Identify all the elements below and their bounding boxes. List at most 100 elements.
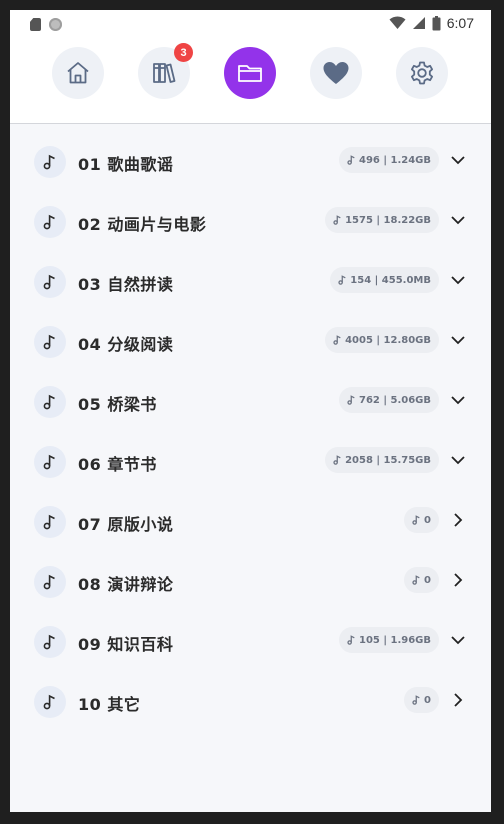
music-note-small-icon — [347, 155, 355, 165]
folder-title: 10 其它 — [78, 695, 141, 714]
folder-stats-chip: 1575 | 18.22GB — [325, 207, 439, 233]
folder-title: 08 演讲辩论 — [78, 575, 174, 594]
folder-row[interactable]: 09 知识百科 105 | 1.96GB — [10, 612, 491, 672]
folder-stats: 0 — [424, 514, 431, 526]
music-note-icon — [34, 626, 66, 658]
folder-row-right: 496 | 1.24GB — [339, 147, 467, 173]
folder-row-right: 0 — [404, 507, 467, 533]
nav-favorites-button[interactable] — [310, 47, 362, 99]
folder-row-right: 4005 | 12.80GB — [325, 327, 467, 353]
folder-row[interactable]: 01 歌曲歌谣 496 | 1.24GB — [10, 132, 491, 192]
nav-folder-button[interactable] — [224, 47, 276, 99]
chevron-down-icon[interactable] — [449, 391, 467, 409]
chevron-right-icon[interactable] — [449, 571, 467, 589]
music-note-small-icon — [412, 515, 420, 525]
folder-row[interactable]: 05 桥梁书 762 | 5.06GB — [10, 372, 491, 432]
folder-stats: 105 | 1.96GB — [359, 634, 431, 646]
folder-row[interactable]: 08 演讲辩论 0 — [10, 552, 491, 612]
folder-row[interactable]: 04 分级阅读 4005 | 12.80GB — [10, 312, 491, 372]
library-badge: 3 — [174, 43, 193, 62]
folder-title: 01 歌曲歌谣 — [78, 155, 174, 174]
folder-row[interactable]: 02 动画片与电影 1575 | 18.22GB — [10, 192, 491, 252]
music-note-small-icon — [338, 275, 346, 285]
nav-library-button[interactable]: 3 — [138, 43, 193, 99]
folder-stats: 154 | 455.0MB — [350, 274, 431, 286]
music-note-icon — [34, 326, 66, 358]
chevron-right-icon[interactable] — [449, 691, 467, 709]
heart-icon — [323, 62, 349, 84]
chevron-down-icon[interactable] — [449, 451, 467, 469]
music-note-icon — [34, 446, 66, 478]
folder-row[interactable]: 06 章节书 2058 | 15.75GB — [10, 432, 491, 492]
folder-title: 07 原版小说 — [78, 515, 174, 534]
folder-row-right: 154 | 455.0MB — [330, 267, 467, 293]
music-note-small-icon — [412, 695, 420, 705]
music-note-small-icon — [347, 635, 355, 645]
status-time: 6:07 — [446, 15, 474, 31]
folder-stats-chip: 2058 | 15.75GB — [325, 447, 439, 473]
folder-stats-chip: 762 | 5.06GB — [339, 387, 439, 413]
folder-icon — [238, 65, 262, 82]
folder-title: 05 桥梁书 — [78, 395, 157, 414]
folder-stats-chip: 105 | 1.96GB — [339, 627, 439, 653]
status-right-icons: 6:07 — [389, 15, 474, 31]
circle-icon — [49, 18, 62, 31]
music-note-icon — [34, 266, 66, 298]
books-icon — [153, 63, 176, 83]
music-note-small-icon — [347, 395, 355, 405]
folder-stats-chip: 154 | 455.0MB — [330, 267, 439, 293]
folder-stats-chip: 0 — [404, 687, 439, 713]
music-note-icon — [34, 506, 66, 538]
folder-row-right: 0 — [404, 687, 467, 713]
chevron-down-icon[interactable] — [449, 631, 467, 649]
folder-stats-chip: 4005 | 12.80GB — [325, 327, 439, 353]
music-note-small-icon — [333, 215, 341, 225]
folder-stats: 1575 | 18.22GB — [345, 214, 431, 226]
music-note-small-icon — [412, 575, 420, 585]
folder-row-right: 2058 | 15.75GB — [325, 447, 467, 473]
folder-stats-chip: 0 — [404, 567, 439, 593]
folder-row[interactable]: 10 其它 0 — [10, 672, 491, 732]
music-note-icon — [34, 146, 66, 178]
folder-row-right: 0 — [404, 567, 467, 593]
chevron-right-icon[interactable] — [449, 511, 467, 529]
home-icon — [67, 62, 89, 84]
folder-stats: 496 | 1.24GB — [359, 154, 431, 166]
chevron-down-icon[interactable] — [449, 331, 467, 349]
folder-title: 02 动画片与电影 — [78, 215, 207, 234]
folder-stats: 0 — [424, 694, 431, 706]
top-nav: 3 — [10, 36, 491, 124]
folder-row[interactable]: 07 原版小说 0 — [10, 492, 491, 552]
folder-title: 03 自然拼读 — [78, 275, 174, 294]
folder-stats: 762 | 5.06GB — [359, 394, 431, 406]
wifi-icon — [389, 16, 406, 29]
status-bar: 6:07 — [10, 10, 491, 36]
nav-settings-button[interactable] — [396, 47, 448, 99]
music-note-icon — [34, 566, 66, 598]
folder-title: 06 章节书 — [78, 455, 157, 474]
music-note-icon — [34, 206, 66, 238]
folder-list: 01 歌曲歌谣 496 | 1.24GB 02 动画片与电影 1575 | 18… — [10, 132, 491, 732]
chevron-down-icon[interactable] — [449, 271, 467, 289]
music-note-small-icon — [333, 455, 341, 465]
chevron-down-icon[interactable] — [449, 211, 467, 229]
folder-stats-chip: 496 | 1.24GB — [339, 147, 439, 173]
folder-row-right: 1575 | 18.22GB — [325, 207, 467, 233]
folder-row-right: 105 | 1.96GB — [339, 627, 467, 653]
folder-title: 04 分级阅读 — [78, 335, 174, 354]
gear-icon — [411, 61, 433, 85]
folder-row[interactable]: 03 自然拼读 154 | 455.0MB — [10, 252, 491, 312]
nav-home-button[interactable] — [52, 47, 104, 99]
music-note-icon — [34, 386, 66, 418]
status-left-icons — [30, 18, 62, 31]
folder-stats: 4005 | 12.80GB — [345, 334, 431, 346]
folder-title: 09 知识百科 — [78, 635, 174, 654]
folder-stats-chip: 0 — [404, 507, 439, 533]
folder-stats: 0 — [424, 574, 431, 586]
app-screen: 6:07 3 01 歌曲歌谣 496 | 1.24GB 02 动画片与电影 15… — [10, 10, 491, 812]
music-note-small-icon — [333, 335, 341, 345]
folder-row-right: 762 | 5.06GB — [339, 387, 467, 413]
signal-icon — [412, 17, 425, 29]
chevron-down-icon[interactable] — [449, 151, 467, 169]
music-note-icon — [34, 686, 66, 718]
